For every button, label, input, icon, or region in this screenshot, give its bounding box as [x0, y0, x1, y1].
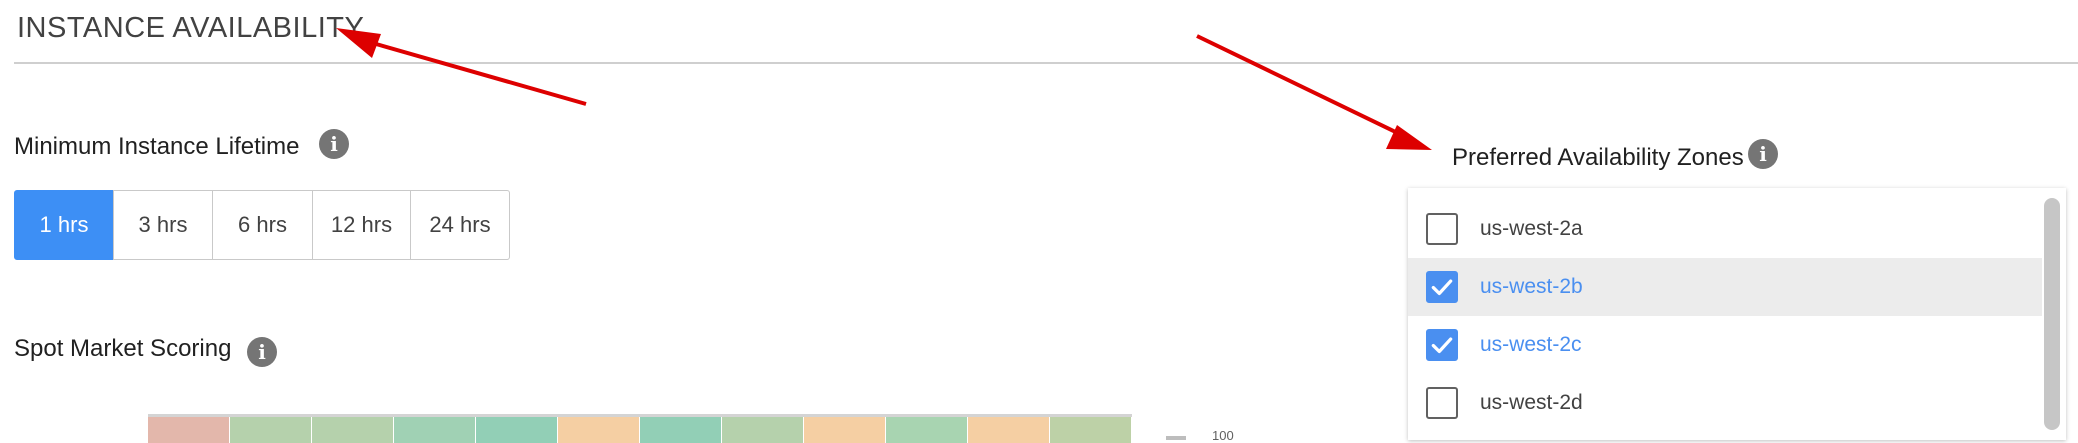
- lifetime-label: Minimum Instance Lifetime: [14, 133, 300, 160]
- checkbox[interactable]: [1426, 329, 1458, 361]
- heatmap-cell: [312, 417, 393, 443]
- info-icon[interactable]: i: [319, 129, 349, 159]
- heatmap-cell: [886, 417, 967, 443]
- annotation-arrow-zones: [1196, 34, 1432, 150]
- zone-option-us-west-2b[interactable]: us-west-2b: [1408, 258, 2042, 316]
- heatmap-cell: [968, 417, 1049, 443]
- heatmap-cell: [558, 417, 639, 443]
- scrollbar-thumb[interactable]: [2044, 198, 2060, 430]
- checkbox[interactable]: [1426, 387, 1458, 419]
- spot-market-scoring-label: Spot Market Scoring: [14, 335, 232, 362]
- zone-option-us-west-2a[interactable]: us-west-2a: [1408, 200, 2042, 258]
- checkbox[interactable]: [1426, 213, 1458, 245]
- zone-label: us-west-2a: [1480, 217, 1583, 240]
- lifetime-option-1-hrs[interactable]: 1 hrs: [14, 190, 114, 260]
- legend-tick-label: 100: [1212, 428, 1234, 443]
- zone-option-us-west-2c[interactable]: us-west-2c: [1408, 316, 2042, 374]
- zone-label: us-west-2d: [1480, 391, 1583, 414]
- checkbox[interactable]: [1426, 271, 1458, 303]
- heatmap-cell: [476, 417, 557, 443]
- heatmap-cell: [230, 417, 311, 443]
- zones-scrollbar[interactable]: [2044, 192, 2060, 436]
- info-icon[interactable]: i: [247, 337, 277, 367]
- heatmap-cell: [148, 417, 229, 443]
- lifetime-selector: 1 hrs 3 hrs 6 hrs 12 hrs 24 hrs: [14, 190, 510, 262]
- heatmap-cell: [394, 417, 475, 443]
- check-icon: [1431, 337, 1453, 354]
- zone-label: us-west-2b: [1480, 275, 1583, 298]
- annotation-arrow-title: [336, 28, 587, 106]
- heatmap-cell: [1050, 417, 1131, 443]
- section-divider: [14, 62, 2078, 64]
- lifetime-option-12-hrs[interactable]: 12 hrs: [312, 190, 411, 260]
- lifetime-option-3-hrs[interactable]: 3 hrs: [113, 190, 213, 260]
- lifetime-option-24-hrs[interactable]: 24 hrs: [410, 190, 510, 260]
- heatmap-cell: [722, 417, 803, 443]
- zone-option-us-west-2d[interactable]: us-west-2d: [1408, 374, 2042, 432]
- info-icon[interactable]: i: [1748, 139, 1778, 169]
- legend-swatch: [1166, 436, 1186, 440]
- zone-label: us-west-2c: [1480, 333, 1582, 356]
- lifetime-option-6-hrs[interactable]: 6 hrs: [212, 190, 313, 260]
- scoring-heatmap: [148, 414, 1132, 443]
- check-icon: [1431, 279, 1453, 296]
- section-title: INSTANCE AVAILABILITY: [17, 12, 365, 44]
- heatmap-cell: [804, 417, 885, 443]
- zones-label: Preferred Availability Zones: [1452, 144, 1744, 171]
- zones-dropdown-panel: us-west-2a us-west-2b us-west-2c us-west…: [1408, 188, 2066, 440]
- heatmap-cell: [640, 417, 721, 443]
